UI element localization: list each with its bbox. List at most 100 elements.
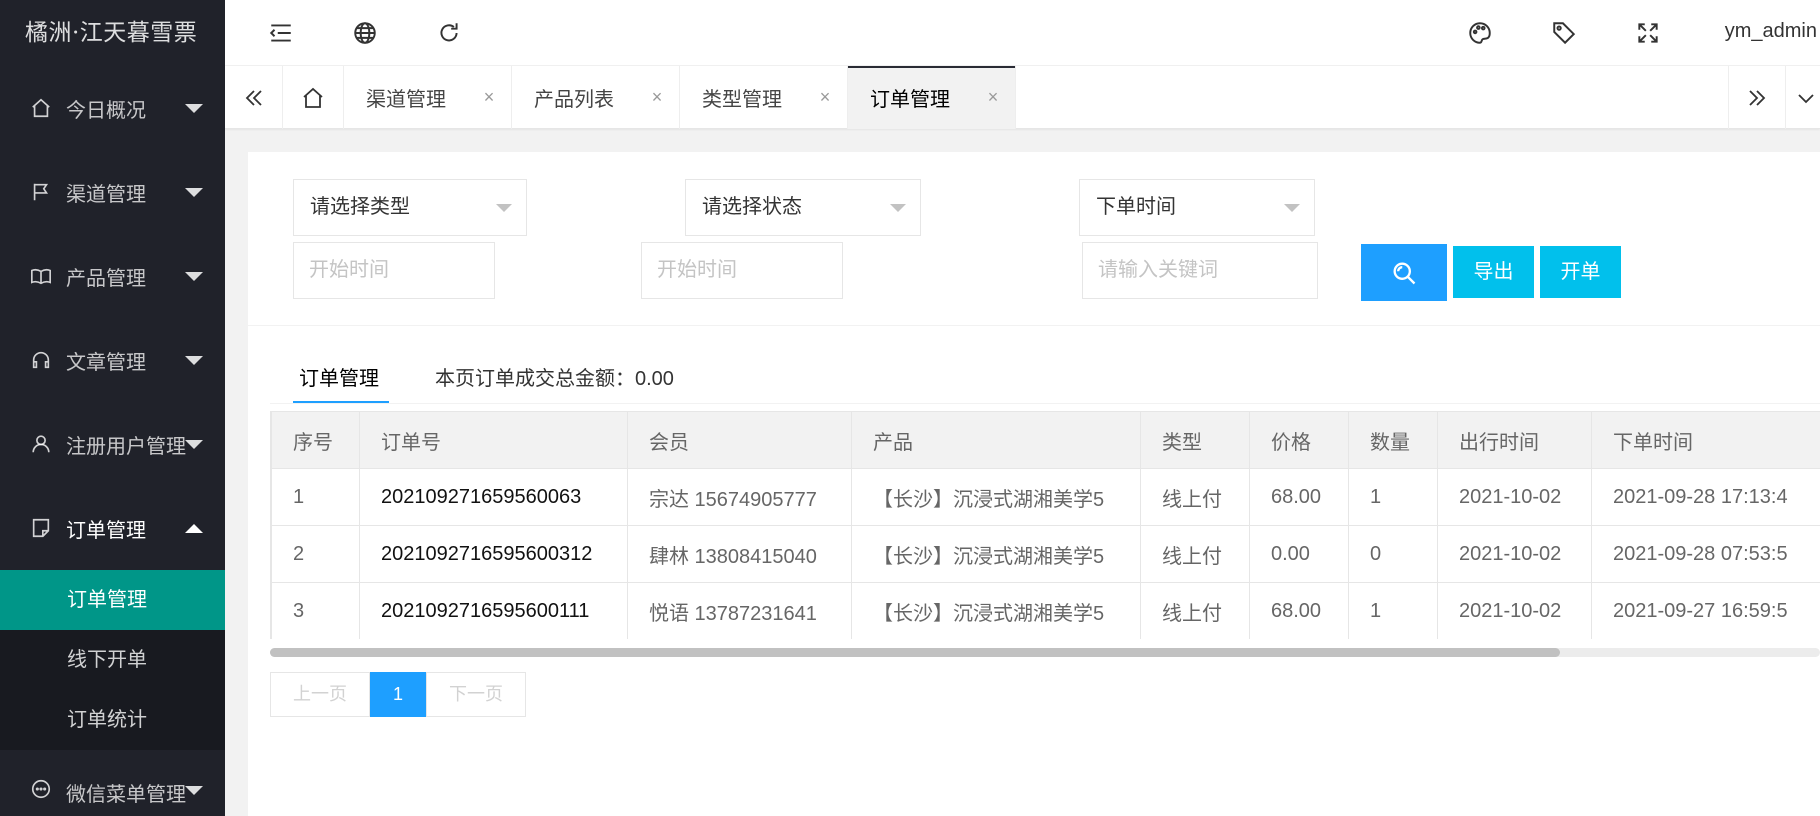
time-type-select[interactable]: 下单时间 — [1079, 179, 1315, 236]
app-logo: 橘洲·江天暮雪票 — [0, 0, 225, 66]
tab-orders-summary[interactable]: 订单管理 — [299, 362, 379, 391]
cell-price: 68.00 — [1249, 468, 1349, 526]
palette-icon[interactable] — [1466, 19, 1494, 47]
prev-page-button[interactable]: 上一页 — [270, 672, 370, 717]
column-header[interactable]: 出行时间 — [1437, 411, 1592, 469]
cell-order-no: 202109271659560063 — [359, 468, 628, 526]
cell-quantity: 1 — [1348, 582, 1438, 639]
column-header[interactable]: 会员 — [627, 411, 852, 469]
tab-label: 订单管理 — [870, 89, 950, 111]
sidebar-item-label: 今日概况 — [66, 99, 146, 122]
column-header[interactable]: 序号 — [271, 411, 360, 469]
divider — [248, 325, 1820, 326]
cell-type: 线上付 — [1140, 582, 1250, 639]
caret-up-icon — [185, 524, 203, 533]
sidebar-item-label: 渠道管理 — [66, 183, 146, 206]
sidebar-item-label: 文章管理 — [66, 351, 146, 374]
sidebar-item-wechat-menu[interactable]: 微信菜单管理 — [0, 750, 225, 816]
submenu-item-offline-order[interactable]: 线下开单 — [0, 630, 225, 690]
cell-travel-date: 2021-10-02 — [1437, 468, 1592, 526]
submenu-item-order-stats[interactable]: 订单统计 — [0, 690, 225, 750]
menu-fold-icon[interactable] — [267, 19, 295, 47]
caret-down-icon — [496, 204, 512, 212]
cell-travel-date: 2021-10-02 — [1437, 582, 1592, 639]
column-header[interactable]: 订单号 — [359, 411, 628, 469]
column-header[interactable]: 数量 — [1348, 411, 1438, 469]
keyword-input[interactable] — [1082, 242, 1318, 299]
sidebar-item-articles[interactable]: 文章管理 — [0, 318, 225, 402]
close-icon[interactable]: × — [481, 88, 497, 106]
cell-order-time: 2021-09-28 07:53:5 — [1591, 525, 1820, 583]
cell-order-time: 2021-09-27 16:59:5 — [1591, 582, 1820, 639]
sidebar-item-orders[interactable]: 订单管理 — [0, 486, 225, 570]
cell-index: 2 — [271, 525, 360, 583]
cell-price: 0.00 — [1249, 525, 1349, 583]
end-time-input[interactable] — [641, 242, 843, 299]
caret-down-icon — [185, 188, 203, 197]
sidebar-item-label: 产品管理 — [66, 267, 146, 290]
table-row[interactable]: 1 202109271659560063 宗达 15674905777 【长沙】… — [271, 468, 1820, 526]
sidebar-item-users[interactable]: 注册用户管理 — [0, 402, 225, 486]
refresh-icon[interactable] — [435, 19, 463, 47]
scrollbar-thumb[interactable] — [270, 648, 1560, 657]
chevron-down-icon[interactable] — [1786, 66, 1820, 129]
submenu-item-order-management[interactable]: 订单管理 — [0, 570, 225, 630]
tabs-scroll-left-icon[interactable] — [225, 66, 283, 129]
user-icon — [30, 433, 52, 455]
close-icon[interactable]: × — [649, 88, 665, 106]
cell-order-no: 2021092716595600312 — [359, 525, 628, 583]
tab-label: 类型管理 — [702, 89, 782, 111]
user-menu[interactable]: ym_admin — [1725, 20, 1817, 43]
order-panel: 请选择类型 请选择状态 下单时间 导出 开单 订单管理 本页订单成交总金额：0.… — [248, 152, 1820, 816]
next-page-button[interactable]: 下一页 — [426, 672, 527, 717]
sidebar-item-overview[interactable]: 今日概况 — [0, 66, 225, 150]
caret-down-icon — [1284, 204, 1300, 212]
caret-down-icon — [185, 272, 203, 281]
cell-product: 【长沙】沉浸式湖湘美学5 — [851, 468, 1141, 526]
caret-down-icon — [185, 356, 203, 365]
globe-icon[interactable] — [351, 19, 379, 47]
column-header[interactable]: 产品 — [851, 411, 1141, 469]
column-header[interactable]: 类型 — [1140, 411, 1250, 469]
table-row[interactable]: 2 2021092716595600312 肆林 13808415040 【长沙… — [271, 525, 1820, 583]
cell-type: 线上付 — [1140, 525, 1250, 583]
cell-quantity: 1 — [1348, 468, 1438, 526]
page-number-button[interactable]: 1 — [370, 672, 427, 717]
tab-order-management[interactable]: 订单管理 × — [848, 66, 1016, 129]
home-tab-icon[interactable] — [283, 66, 344, 129]
table-header-row: 序号 订单号 会员 产品 类型 价格 数量 出行时间 下单时间 — [271, 411, 1820, 469]
note-icon — [30, 517, 52, 539]
sidebar-item-channels[interactable]: 渠道管理 — [0, 150, 225, 234]
tag-icon[interactable] — [1550, 19, 1578, 47]
column-header[interactable]: 价格 — [1249, 411, 1349, 469]
tab-label: 渠道管理 — [366, 89, 446, 111]
status-select[interactable]: 请选择状态 — [685, 179, 921, 236]
sidebar-item-label: 注册用户管理 — [66, 435, 186, 458]
sidebar-item-label: 微信菜单管理 — [66, 784, 186, 806]
close-icon[interactable]: × — [985, 88, 1001, 106]
sidebar: 橘洲·江天暮雪票 今日概况 渠道管理 产品管理 文章管理 注册用户管理 订单管理… — [0, 0, 225, 816]
close-icon[interactable]: × — [817, 88, 833, 106]
tab-type-management[interactable]: 类型管理 × — [680, 66, 848, 129]
type-select[interactable]: 请选择类型 — [293, 179, 527, 236]
sidebar-item-label: 订单管理 — [66, 519, 146, 542]
tabs-scroll-right-icon[interactable] — [1728, 66, 1786, 129]
cell-quantity: 0 — [1348, 525, 1438, 583]
table-row[interactable]: 3 2021092716595600111 悦语 13787231641 【长沙… — [271, 582, 1820, 639]
sidebar-item-products[interactable]: 产品管理 — [0, 234, 225, 318]
tab-product-list[interactable]: 产品列表 × — [512, 66, 680, 129]
fullscreen-icon[interactable] — [1634, 19, 1662, 47]
column-header[interactable]: 下单时间 — [1591, 411, 1820, 469]
flag-icon — [30, 181, 52, 203]
export-button[interactable]: 导出 — [1453, 246, 1534, 298]
cell-order-time: 2021-09-28 17:13:4 — [1591, 468, 1820, 526]
create-order-button[interactable]: 开单 — [1540, 246, 1621, 298]
headset-icon — [30, 349, 52, 371]
type-select-value: 请选择类型 — [310, 196, 410, 218]
orders-table-container: 序号 订单号 会员 产品 类型 价格 数量 出行时间 下单时间 1 202109… — [270, 411, 1820, 639]
start-time-input[interactable] — [293, 242, 495, 299]
search-button[interactable] — [1361, 244, 1447, 301]
tab-channels[interactable]: 渠道管理 × — [344, 66, 512, 129]
table-horizontal-scrollbar[interactable] — [270, 648, 1820, 657]
divider — [270, 403, 1820, 404]
